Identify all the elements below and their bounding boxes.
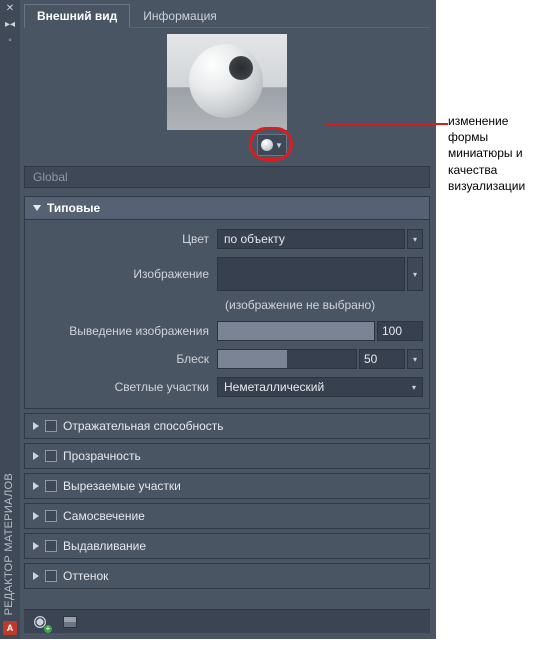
gloss-dropdown[interactable]: ▾ (407, 349, 423, 369)
chevron-right-icon (33, 452, 39, 460)
section-label: Оттенок (63, 569, 108, 583)
reflectivity-checkbox[interactable] (45, 420, 57, 432)
materials-editor-panel: ✕ ▸◂ ◦ РЕДАКТОР МАТЕРИАЛОВ A Внешний вид… (0, 0, 436, 639)
app-badge: A (3, 621, 17, 635)
color-label: Цвет (31, 232, 217, 246)
chevron-right-icon (33, 482, 39, 490)
thumbnail-sphere (189, 44, 263, 118)
pin-icon[interactable]: ◦ (8, 36, 12, 46)
chevron-right-icon (33, 512, 39, 520)
section-label: Выдавливание (63, 539, 146, 553)
image-empty-text: (изображение не выбрано) (31, 298, 423, 314)
palette-icon (63, 616, 77, 628)
section-label: Самосвечение (63, 509, 145, 523)
tab-appearance[interactable]: Внешний вид (24, 4, 130, 28)
chevron-right-icon (33, 572, 39, 580)
close-icon[interactable]: ✕ (6, 4, 14, 14)
transparency-checkbox[interactable] (45, 450, 57, 462)
section-self-illumination[interactable]: Самосвечение (24, 503, 430, 529)
section-tint[interactable]: Оттенок (24, 563, 430, 589)
fade-value[interactable]: 100 (377, 321, 423, 341)
thumbnail-shape-button[interactable]: ▼ (257, 134, 287, 156)
highlights-value: Неметаллический (224, 380, 324, 394)
bump-checkbox[interactable] (45, 540, 57, 552)
fade-label: Выведение изображения (31, 324, 217, 338)
chevron-down-icon: ▼ (275, 141, 283, 150)
section-label: Вырезаемые участки (63, 479, 181, 493)
preview-area: ▼ (24, 28, 430, 158)
gloss-label: Блеск (31, 352, 217, 366)
image-dropdown[interactable]: ▾ (407, 257, 423, 291)
chevron-right-icon (33, 542, 39, 550)
material-browser-button[interactable] (60, 613, 80, 631)
fade-slider[interactable] (217, 321, 375, 341)
section-label: Отражательная способность (63, 419, 224, 433)
material-thumbnail[interactable] (167, 34, 287, 130)
self-illumination-checkbox[interactable] (45, 510, 57, 522)
section-transparency[interactable]: Прозрачность (24, 443, 430, 469)
sphere-icon (261, 139, 273, 151)
panel-title-vertical: РЕДАКТОР МАТЕРИАЛОВ (3, 473, 15, 615)
section-generic-header[interactable]: Типовые (24, 196, 430, 220)
section-generic-title: Типовые (47, 201, 100, 215)
gloss-slider[interactable] (217, 349, 357, 369)
gloss-value[interactable]: 50 (359, 349, 405, 369)
tab-info[interactable]: Информация (130, 4, 229, 27)
section-label: Прозрачность (63, 449, 141, 463)
section-generic-body: Цвет по объекту ▾ Изображение ▾ (изображ… (24, 220, 430, 409)
image-label: Изображение (31, 267, 217, 281)
plus-badge-icon: + (44, 625, 52, 633)
color-swatch[interactable]: по объекту (217, 229, 405, 249)
tint-checkbox[interactable] (45, 570, 57, 582)
collapse-left-icon[interactable]: ▸◂ (5, 20, 15, 30)
highlights-label: Светлые участки (31, 380, 217, 394)
chevron-down-icon: ▾ (412, 383, 416, 392)
section-cutouts[interactable]: Вырезаемые участки (24, 473, 430, 499)
main-content: Внешний вид Информация ▼ Global Типовые … (20, 0, 436, 639)
cutouts-checkbox[interactable] (45, 480, 57, 492)
annotation-text: изменение формы миниатюры и качества виз… (448, 113, 548, 194)
chevron-down-icon (33, 205, 41, 211)
color-dropdown[interactable]: ▾ (407, 229, 423, 249)
section-bump[interactable]: Выдавливание (24, 533, 430, 559)
left-rail: ✕ ▸◂ ◦ РЕДАКТОР МАТЕРИАЛОВ A (0, 0, 20, 639)
material-name-field[interactable]: Global (24, 166, 430, 188)
chevron-right-icon (33, 422, 39, 430)
bottom-toolbar: + (24, 609, 430, 633)
tabs: Внешний вид Информация (24, 4, 430, 28)
image-field[interactable] (217, 257, 405, 291)
highlights-select[interactable]: Неметаллический ▾ (217, 377, 423, 397)
create-material-button[interactable]: + (30, 613, 50, 631)
section-reflectivity[interactable]: Отражательная способность (24, 413, 430, 439)
